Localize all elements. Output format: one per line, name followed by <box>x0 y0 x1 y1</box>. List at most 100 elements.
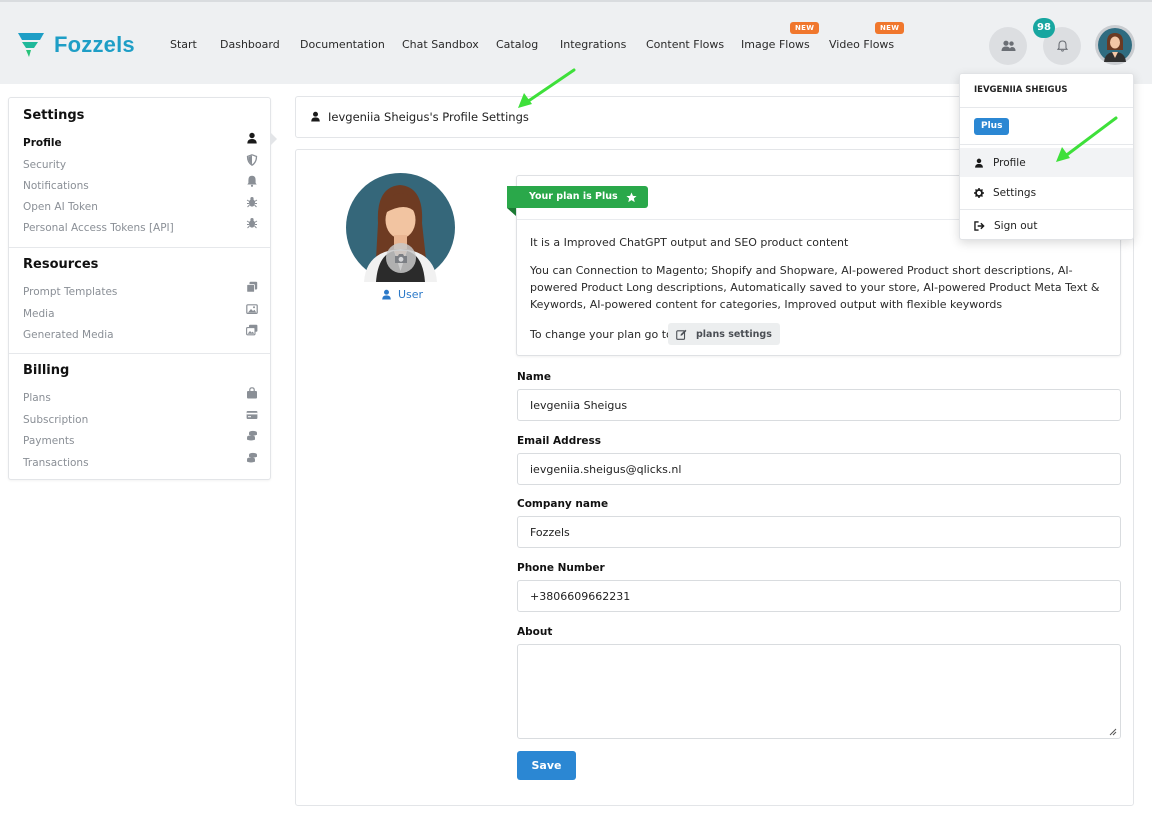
sidebar-item-label: Plans <box>23 392 51 404</box>
sidebar-active-caret <box>270 132 277 146</box>
user-icon <box>247 132 257 144</box>
user-menu-divider <box>960 209 1133 210</box>
plan-badge: Plus <box>974 118 1010 135</box>
sidebar-item-plans[interactable]: Plans <box>23 386 258 404</box>
shield-icon <box>246 154 258 166</box>
image-icon <box>246 304 258 315</box>
ribbon-fold <box>507 208 516 216</box>
sidebar-item-profile[interactable]: Profile <box>23 131 258 149</box>
user-avatar-button[interactable] <box>1095 25 1135 65</box>
phone-label: Phone Number <box>517 562 605 574</box>
sign-out-icon <box>974 220 985 231</box>
coins-icon <box>247 430 257 441</box>
sidebar-item-notifications[interactable]: Notifications <box>23 174 258 192</box>
sidebar-item-open-ai-token[interactable]: Open AI Token <box>23 195 258 213</box>
nav-content-flows[interactable]: Content Flows <box>646 38 724 51</box>
edit-icon <box>676 329 687 340</box>
nav-documentation[interactable]: Documentation <box>300 38 385 51</box>
sidebar-item-label: Security <box>23 159 67 171</box>
users-icon <box>1001 40 1015 51</box>
sidebar-item-payments[interactable]: Payments <box>23 429 258 447</box>
sidebar-item-subscription[interactable]: Subscription <box>23 408 258 426</box>
nav-start[interactable]: Start <box>170 38 197 51</box>
user-menu-sign-out[interactable]: Sign out <box>960 211 1133 240</box>
plan-ribbon: Your plan is Plus <box>507 186 648 208</box>
annotation-arrow-profile <box>1056 116 1118 162</box>
copy-icon <box>246 281 258 293</box>
bug-icon <box>246 197 258 208</box>
name-field[interactable] <box>517 389 1121 421</box>
sidebar-item-label: Generated Media <box>23 329 114 341</box>
change-photo-button[interactable] <box>386 243 416 273</box>
email-field[interactable] <box>517 453 1121 485</box>
company-field[interactable] <box>517 516 1121 548</box>
sidebar-title-billing: Billing <box>23 363 70 378</box>
plan-ribbon-label: Your plan is Plus <box>529 191 618 202</box>
page-title: Ievgeniia Sheigus's Profile Settings <box>328 110 529 124</box>
plan-change-text: To change your plan go to <box>530 328 673 341</box>
settings-sidebar: Settings Profile Security Notifications … <box>8 97 271 480</box>
bell-icon <box>1056 40 1068 52</box>
user-role-label: User <box>398 288 424 301</box>
sidebar-item-label: Open AI Token <box>23 201 98 213</box>
plans-settings-link[interactable]: plans settings <box>668 323 780 345</box>
user-icon <box>382 289 391 300</box>
user-menu-item-label: Settings <box>993 186 1037 199</box>
nav-video-flows[interactable]: Video Flows <box>829 38 894 51</box>
coins-icon <box>247 452 257 463</box>
user-role: User <box>381 288 423 301</box>
nav-image-flows[interactable]: Image Flows <box>741 38 810 51</box>
brand-name: Fozzels <box>54 31 135 57</box>
resize-grip-icon[interactable] <box>1108 727 1117 736</box>
user-menu-settings[interactable]: Settings <box>960 178 1133 207</box>
sidebar-item-generated-media[interactable]: Generated Media <box>23 323 258 341</box>
bag-icon <box>247 387 257 399</box>
sidebar-item-label: Personal Access Tokens [API] <box>23 222 174 234</box>
team-button[interactable] <box>989 27 1027 65</box>
nav-chat-sandbox[interactable]: Chat Sandbox <box>402 38 479 51</box>
user-menu-item-label: Sign out <box>994 219 1038 232</box>
sidebar-item-prompt-templates[interactable]: Prompt Templates <box>23 280 258 298</box>
about-label: About <box>517 626 553 638</box>
card-icon <box>246 411 258 419</box>
sidebar-item-transactions[interactable]: Transactions <box>23 451 258 469</box>
sidebar-item-media[interactable]: Media <box>23 302 258 320</box>
sidebar-item-security[interactable]: Security <box>23 153 258 171</box>
save-button[interactable]: Save <box>517 751 576 780</box>
notification-count-badge: 98 <box>1033 18 1055 38</box>
nav-integrations[interactable]: Integrations <box>560 38 626 51</box>
avatar <box>1098 28 1132 62</box>
name-label: Name <box>517 371 551 383</box>
brand-logo[interactable]: Fozzels <box>17 31 135 58</box>
about-field[interactable] <box>517 644 1121 739</box>
sidebar-divider <box>9 247 270 248</box>
sidebar-item-label: Profile <box>23 137 62 149</box>
camera-icon <box>395 253 407 263</box>
images-icon <box>246 324 258 336</box>
company-label: Company name <box>517 498 609 510</box>
user-menu-divider <box>960 107 1133 108</box>
user-menu-item-label: Profile <box>993 156 1026 169</box>
sidebar-title-settings: Settings <box>23 108 85 123</box>
phone-field[interactable] <box>517 580 1121 612</box>
annotation-arrow-heading <box>518 68 576 108</box>
nav-catalog[interactable]: Catalog <box>496 38 538 51</box>
nav-dashboard[interactable]: Dashboard <box>220 38 280 51</box>
bell-icon <box>247 175 257 187</box>
new-badge-video-flows: NEW <box>875 22 905 34</box>
user-icon <box>975 158 983 168</box>
sidebar-item-personal-access-tokens[interactable]: Personal Access Tokens [API] <box>23 216 258 234</box>
plans-settings-label: plans settings <box>696 328 772 340</box>
sidebar-title-resources: Resources <box>23 257 99 272</box>
sidebar-item-label: Subscription <box>23 414 89 426</box>
sidebar-item-label: Prompt Templates <box>23 286 118 298</box>
sidebar-item-label: Media <box>23 308 55 320</box>
email-label: Email Address <box>517 435 602 447</box>
sidebar-item-label: Transactions <box>23 457 89 469</box>
user-menu-name: IEVGENIIA SHEIGUS <box>974 85 1068 95</box>
star-icon <box>626 192 637 202</box>
sidebar-divider <box>9 353 270 354</box>
user-icon <box>311 111 320 122</box>
fozzels-logo-icon <box>18 33 44 57</box>
new-badge-image-flows: NEW <box>790 22 820 34</box>
